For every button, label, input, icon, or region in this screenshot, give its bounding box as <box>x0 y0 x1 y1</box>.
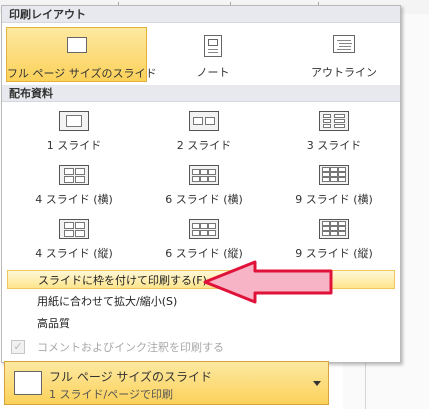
red-arrow-icon <box>203 260 333 304</box>
chevron-down-icon[interactable] <box>313 381 321 386</box>
full-page-slide-icon <box>14 371 42 395</box>
annotation-arrow <box>203 260 333 304</box>
layout-dropdown[interactable]: フル ページ サイズのスライド 1 スライド/ページで印刷 <box>4 361 329 405</box>
dropdown-subtitle: 1 スライド/ページで印刷 <box>49 388 173 401</box>
dropdown-title: フル ページ サイズのスライド <box>49 370 213 384</box>
